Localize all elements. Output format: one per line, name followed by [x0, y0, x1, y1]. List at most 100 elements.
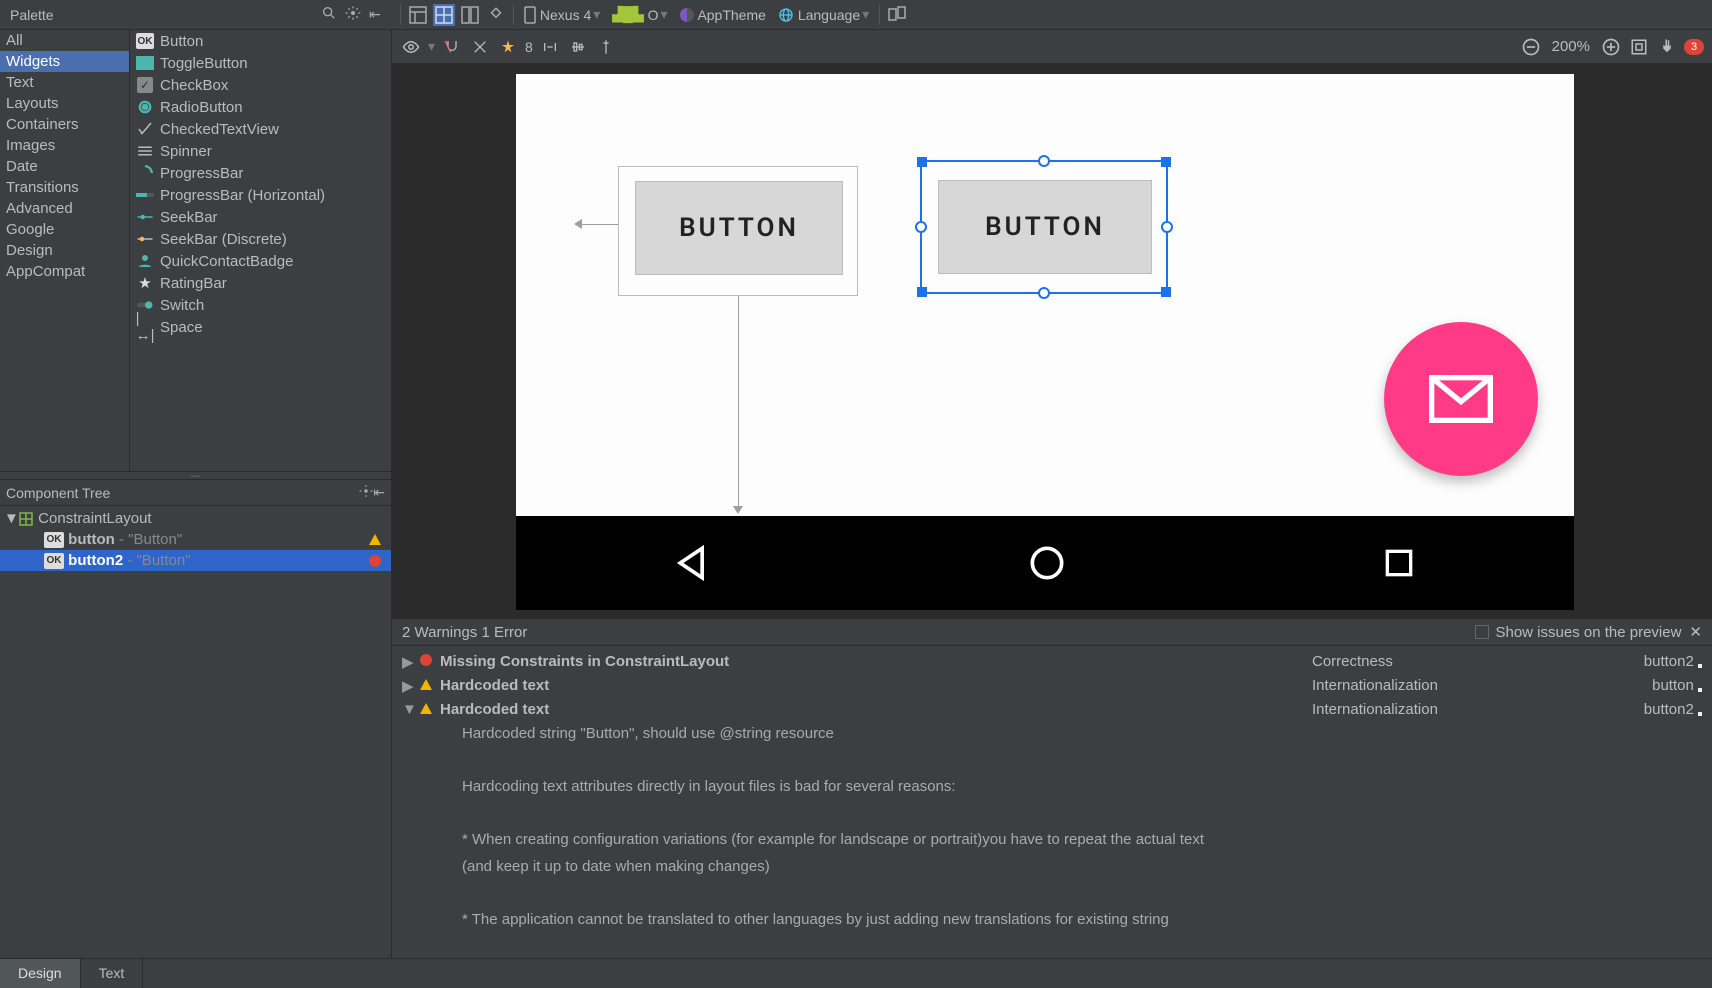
show-preview-label: Show issues on the preview	[1495, 624, 1681, 641]
layout-variants-icon[interactable]	[886, 4, 908, 26]
palette-widget-seekbar-discrete-[interactable]: SeekBar (Discrete)	[130, 228, 391, 250]
palette-widget-spinner[interactable]: Spinner	[130, 140, 391, 162]
spinner-icon	[136, 142, 154, 160]
collapse-icon[interactable]: ⇤	[369, 6, 387, 23]
component-tree: ▼ ConstraintLayoutOK button - "Button"OK…	[0, 506, 391, 958]
warning-icon	[369, 534, 381, 545]
preview-button1[interactable]: BUTTON	[635, 181, 843, 275]
chevron-icon[interactable]: ▼	[402, 701, 420, 718]
pack-icon[interactable]	[539, 36, 561, 58]
palette-widget-togglebutton[interactable]: ToggleButton	[130, 52, 391, 74]
magnet-icon[interactable]	[441, 36, 463, 58]
palette-widget-button[interactable]: OKButton	[130, 30, 391, 52]
issue-row[interactable]: ▶Hardcoded textInternationalizationbutto…	[392, 674, 1712, 698]
chevron-icon[interactable]: ▶	[402, 677, 420, 695]
palette-category-appcompat[interactable]: AppCompat	[0, 261, 129, 282]
error-badge[interactable]: 3	[1684, 39, 1704, 55]
constraint-handle[interactable]	[915, 221, 927, 233]
palette-category-containers[interactable]: Containers	[0, 114, 129, 135]
language-selector[interactable]: Language▾	[778, 6, 869, 23]
palette-category-date[interactable]: Date	[0, 156, 129, 177]
resize-handle[interactable]	[917, 287, 927, 297]
orientation-icon[interactable]	[485, 4, 507, 26]
palette-category-text[interactable]: Text	[0, 72, 129, 93]
palette-category-widgets[interactable]: Widgets	[0, 51, 129, 72]
button2-selection-frame[interactable]: BUTTON	[920, 160, 1168, 294]
warning-icon	[420, 679, 432, 690]
tab-design[interactable]: Design	[0, 959, 81, 988]
resize-grip[interactable]: ┉┉	[0, 472, 391, 480]
infer-constraints-icon[interactable]	[497, 36, 519, 58]
close-icon[interactable]: ✕	[1689, 623, 1702, 641]
show-preview-checkbox[interactable]	[1475, 625, 1489, 639]
align-icon[interactable]	[567, 36, 589, 58]
palette-title: Palette	[10, 7, 54, 23]
palette-widget-progressbar-horizontal-[interactable]: ProgressBar (Horizontal)	[130, 184, 391, 206]
error-icon	[420, 654, 432, 666]
constraint-line	[582, 224, 618, 225]
nav-back-icon[interactable]	[671, 541, 715, 585]
issue-row[interactable]: ▼Hardcoded textInternationalizationbutto…	[392, 698, 1712, 721]
palette-category-google[interactable]: Google	[0, 219, 129, 240]
both-surfaces-icon[interactable]	[459, 4, 481, 26]
clear-constraints-icon[interactable]	[469, 36, 491, 58]
constraint-handle[interactable]	[1161, 221, 1173, 233]
search-icon[interactable]	[321, 5, 339, 24]
palette-widget-ratingbar[interactable]: ★RatingBar	[130, 272, 391, 294]
issue-detail-line	[392, 748, 1712, 775]
palette-widget-checkedtextview[interactable]: CheckedTextView	[130, 118, 391, 140]
palette-category-all[interactable]: All	[0, 30, 129, 51]
zoom-level[interactable]: 200%	[1552, 38, 1590, 55]
theme-selector[interactable]: AppTheme	[680, 7, 766, 23]
palette-category-design[interactable]: Design	[0, 240, 129, 261]
divider	[400, 5, 401, 25]
gear-icon[interactable]	[345, 5, 363, 24]
pan-icon[interactable]	[1656, 36, 1678, 58]
issue-detail-line: Hardcoded string "Button", should use @s…	[392, 721, 1712, 748]
palette-widget-quickcontactbadge[interactable]: QuickContactBadge	[130, 250, 391, 272]
blueprint-icon[interactable]	[433, 4, 455, 26]
gear-icon[interactable]	[359, 484, 373, 501]
resize-handle[interactable]	[917, 157, 927, 167]
resize-handle[interactable]	[1161, 157, 1171, 167]
device-selector[interactable]: Nexus 4▾	[524, 6, 600, 24]
api-selector[interactable]: ▟█▙ O▾	[612, 6, 667, 23]
palette-widget-radiobutton[interactable]: RadioButton	[130, 96, 391, 118]
language-label: Language	[798, 7, 860, 23]
issue-detail-line	[392, 801, 1712, 828]
eye-icon[interactable]	[400, 36, 422, 58]
tab-text[interactable]: Text	[81, 959, 144, 988]
issue-row[interactable]: ▶Missing Constraints in ConstraintLayout…	[392, 650, 1712, 674]
palette-category-advanced[interactable]: Advanced	[0, 198, 129, 219]
button1-frame[interactable]: BUTTON	[618, 166, 858, 296]
palette-widget-space[interactable]: |↔|Space	[130, 316, 391, 338]
guideline-icon[interactable]	[595, 36, 617, 58]
tree-root[interactable]: ▼ ConstraintLayout	[0, 508, 391, 529]
palette-category-layouts[interactable]: Layouts	[0, 93, 129, 114]
chevron-icon[interactable]: ▶	[402, 653, 420, 671]
tree-node-button2[interactable]: OK button2 - "Button"	[0, 550, 391, 571]
palette-category-images[interactable]: Images	[0, 135, 129, 156]
zoom-in-icon[interactable]	[1600, 36, 1622, 58]
palette-category-transitions[interactable]: Transitions	[0, 177, 129, 198]
nav-home-icon[interactable]	[1025, 541, 1069, 585]
resize-handle[interactable]	[1161, 287, 1171, 297]
collapse-icon[interactable]: ⇤	[373, 484, 385, 501]
preview-button2[interactable]: BUTTON	[938, 180, 1152, 274]
design-surface-icon[interactable]	[407, 4, 429, 26]
tree-node-button[interactable]: OK button - "Button"	[0, 529, 391, 550]
constraint-handle[interactable]	[1038, 287, 1050, 299]
fit-screen-icon[interactable]	[1628, 36, 1650, 58]
zoom-out-icon[interactable]	[1520, 36, 1542, 58]
design-canvas[interactable]: BUTTON BUTTON	[392, 64, 1712, 618]
device-preview: BUTTON BUTTON	[516, 74, 1574, 610]
issue-detail-line: (and keep it up to date when making chan…	[392, 854, 1712, 881]
palette-widget-progressbar[interactable]: ProgressBar	[130, 162, 391, 184]
palette-widget-seekbar[interactable]: SeekBar	[130, 206, 391, 228]
constraint-handle[interactable]	[1038, 155, 1050, 167]
palette-widget-checkbox[interactable]: ✓CheckBox	[130, 74, 391, 96]
nav-recent-icon[interactable]	[1379, 543, 1419, 583]
default-margin[interactable]: 8	[525, 36, 533, 58]
floating-action-button[interactable]	[1384, 322, 1538, 476]
palette-widget-switch[interactable]: Switch	[130, 294, 391, 316]
